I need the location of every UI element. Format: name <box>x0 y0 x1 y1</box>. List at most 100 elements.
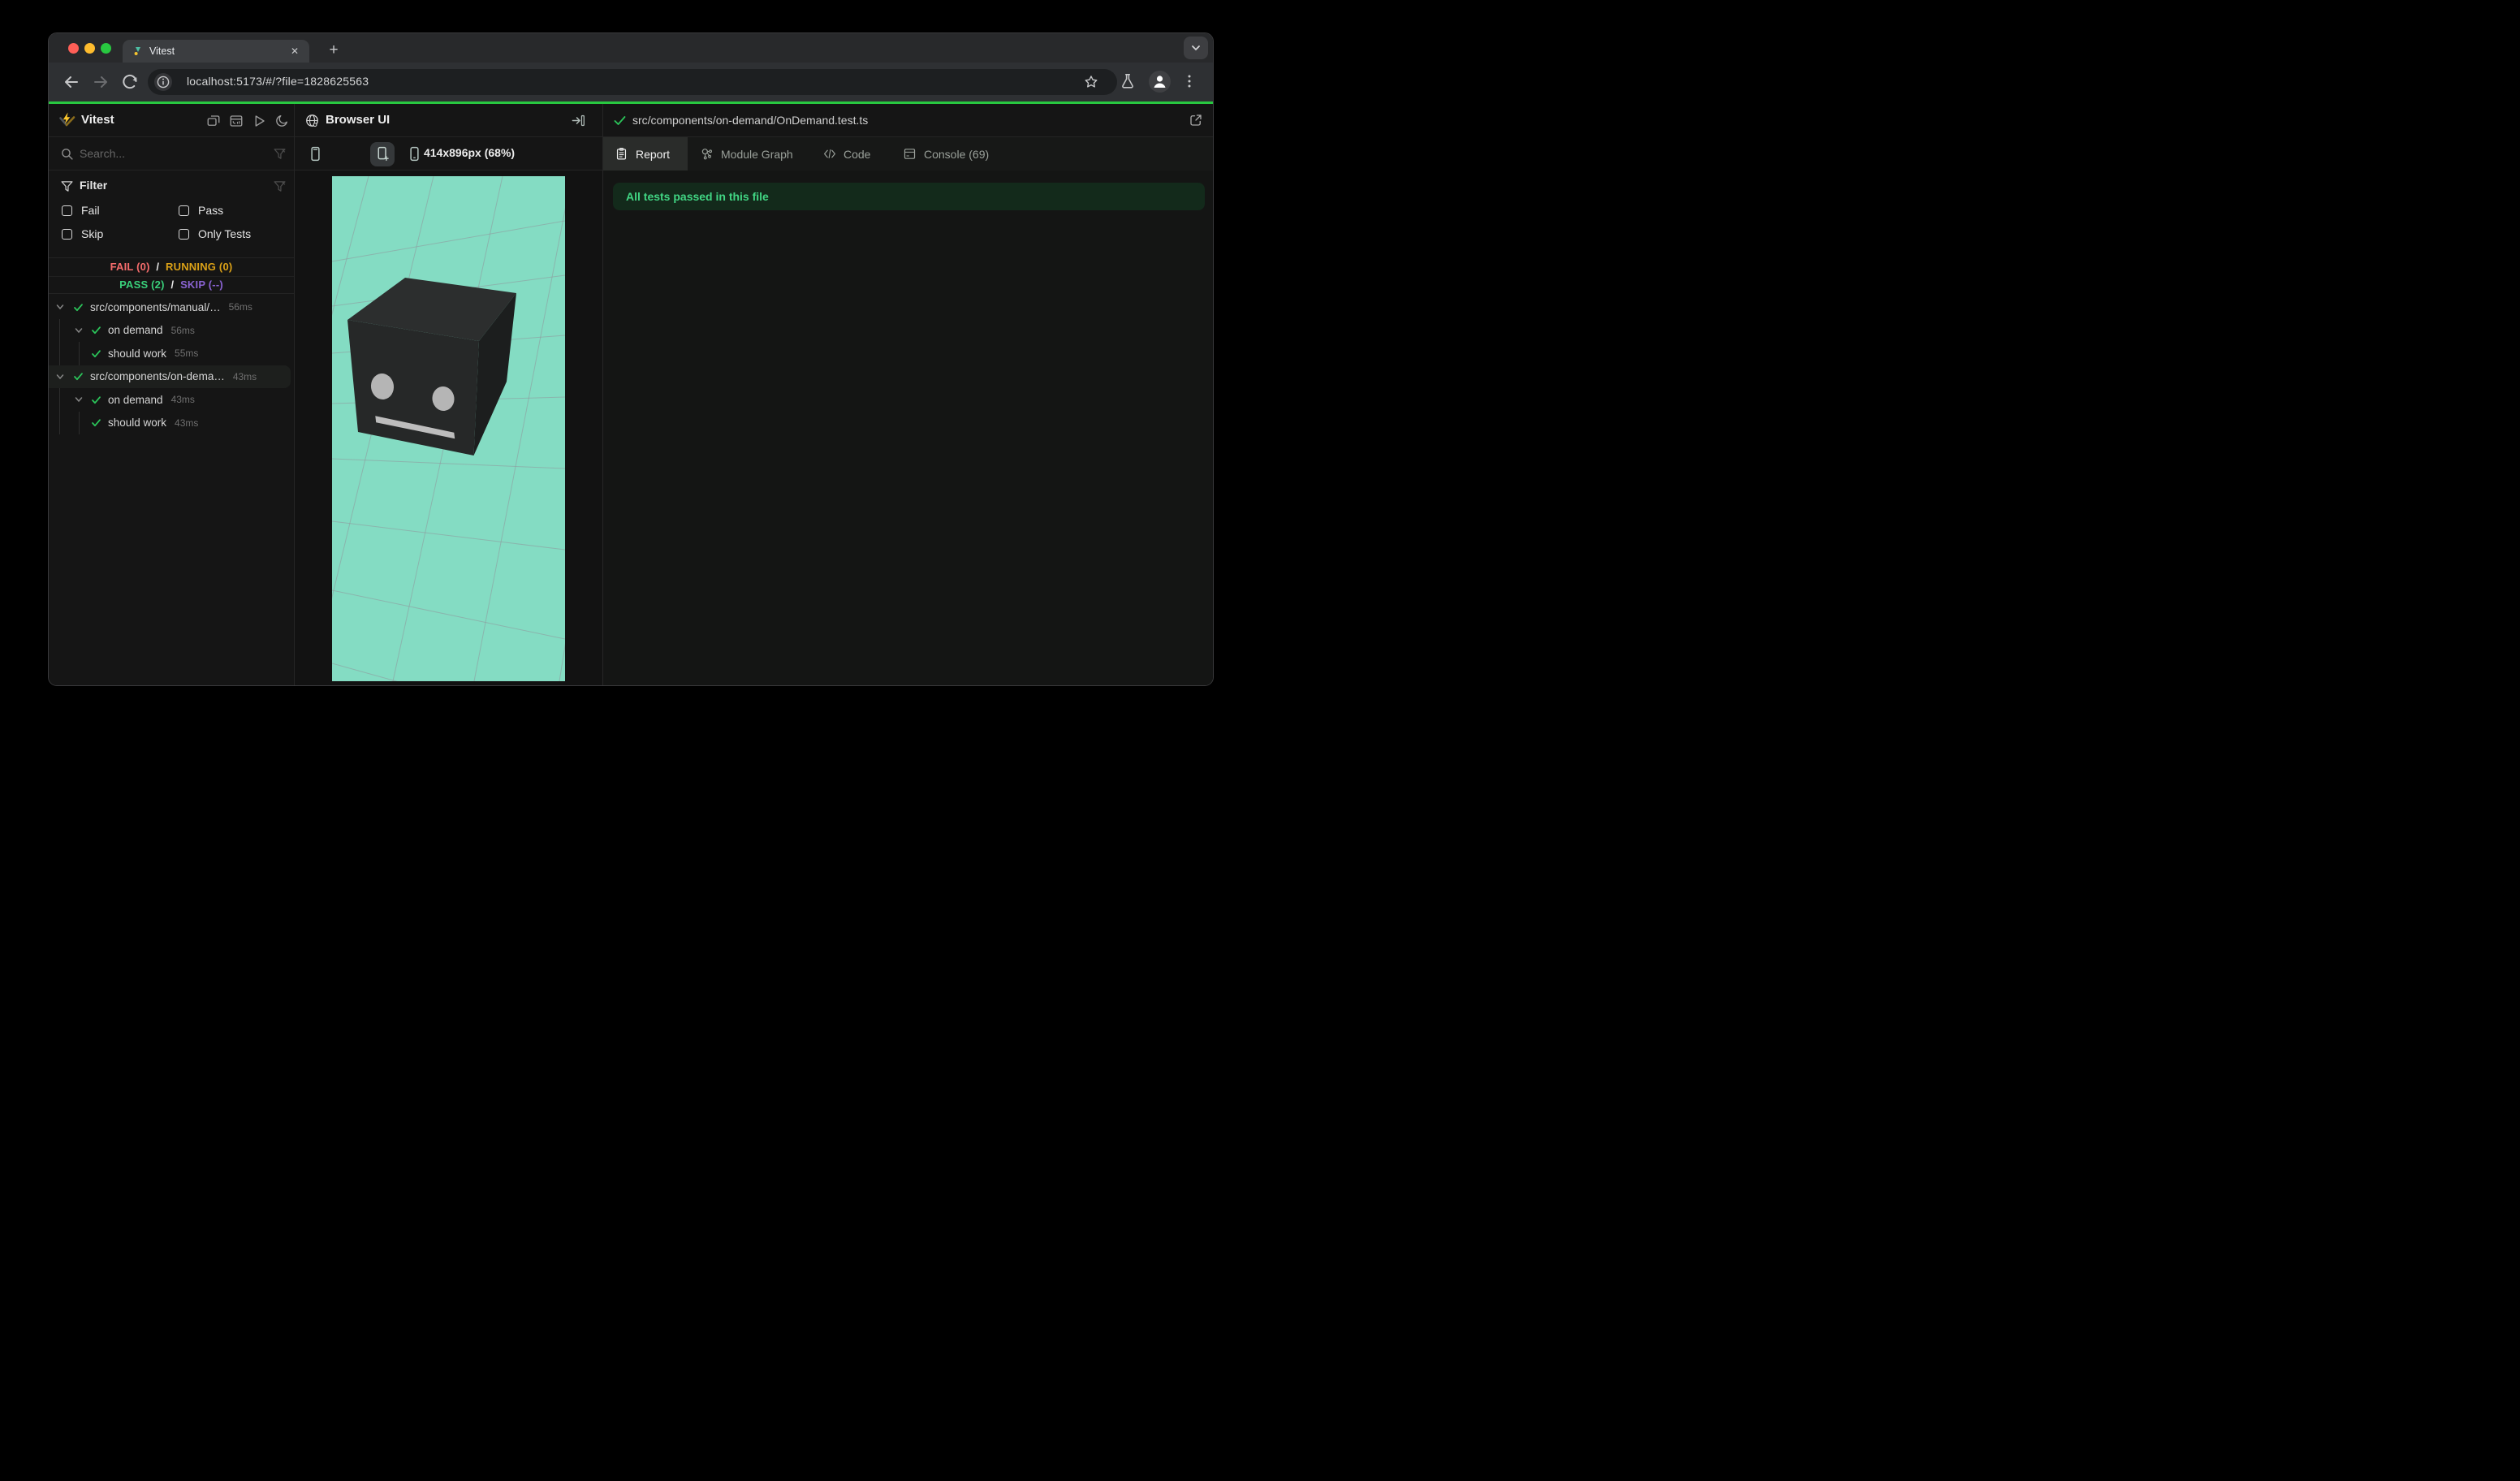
close-traffic-light[interactable] <box>68 43 79 54</box>
filter-section: Filter Fail Pass Skip Only Tests <box>49 171 294 258</box>
all-tests-passed-banner: All tests passed in this file <box>613 183 1205 210</box>
skip-checkbox[interactable] <box>62 229 72 240</box>
open-external-icon[interactable] <box>1189 113 1203 127</box>
tab-code-label: Code <box>844 147 871 161</box>
tab-code[interactable]: Code <box>822 137 870 171</box>
site-info-icon[interactable] <box>154 73 172 91</box>
run-all-icon[interactable] <box>252 114 266 128</box>
titlebar: Vitest ✕ + <box>49 33 1213 63</box>
chevron-down-icon[interactable] <box>55 372 65 382</box>
new-tab-button[interactable]: + <box>323 40 344 61</box>
tree-row-file[interactable]: src/components/manual/… 56ms <box>49 296 294 319</box>
device-phone-icon[interactable] <box>307 145 324 162</box>
pass-check-icon <box>91 395 101 405</box>
tab-console[interactable]: Console (69) <box>903 137 989 171</box>
tab-report-label: Report <box>636 147 671 161</box>
test-file-name: src/components/on-dema… <box>90 370 225 383</box>
chevron-down-icon[interactable] <box>55 302 65 312</box>
tree-row-file-selected[interactable]: src/components/on-dema… 43ms <box>49 365 291 388</box>
device-toolbar: 414x896px (68%) <box>295 137 602 171</box>
pass-check-icon <box>91 348 101 359</box>
sidebar-header: Vitest <box>49 104 294 137</box>
skip-count: SKIP (--) <box>180 278 223 291</box>
back-icon[interactable] <box>62 72 81 92</box>
chevron-down-icon[interactable] <box>74 326 84 335</box>
tab-close-icon[interactable]: ✕ <box>288 45 301 58</box>
tree-row-suite[interactable]: on demand 56ms <box>49 319 294 343</box>
address-bar[interactable]: localhost:5173/#/?file=1828625563 <box>148 69 1117 95</box>
sidebar: Vitest Search... Filter Fail Pass Skip O… <box>49 104 294 685</box>
status-summary: FAIL (0) / RUNNING (0) PASS (2) / SKIP (… <box>49 258 294 294</box>
test-duration: 43ms <box>175 417 199 429</box>
file-pass-check-icon <box>613 114 627 127</box>
tree-row-suite[interactable]: on demand 43ms <box>49 388 294 412</box>
test-duration: 43ms <box>232 370 257 382</box>
expand-panel-icon[interactable] <box>571 113 586 128</box>
dashboard-icon[interactable] <box>229 114 244 128</box>
test-duration: 56ms <box>228 301 252 313</box>
running-count: RUNNING (0) <box>166 261 233 273</box>
banner-text: All tests passed in this file <box>626 190 769 203</box>
device-phone-frameless-icon[interactable] <box>406 145 423 162</box>
experiments-flask-icon[interactable] <box>1119 72 1138 92</box>
only-tests-checkbox[interactable] <box>179 229 189 240</box>
status-line-fail-running: FAIL (0) / RUNNING (0) <box>110 261 233 273</box>
suite-name: on demand <box>108 324 163 337</box>
results-header: src/components/on-demand/OnDemand.test.t… <box>603 104 1213 137</box>
pass-checkbox[interactable] <box>179 205 189 216</box>
test-name: should work <box>108 417 167 430</box>
skip-checkbox-label[interactable]: Skip <box>81 227 103 240</box>
preview-header: Browser UI <box>295 104 602 137</box>
test-duration: 43ms <box>170 394 195 406</box>
fail-count: FAIL (0) <box>110 261 150 273</box>
app-title: Vitest <box>81 113 114 127</box>
vitest-favicon <box>132 45 144 57</box>
tab-title: Vitest <box>149 45 175 57</box>
kebab-menu-icon[interactable] <box>1180 72 1200 92</box>
pass-count: PASS (2) <box>119 278 165 291</box>
console-icon <box>903 147 917 161</box>
clear-filter-icon[interactable] <box>273 179 287 193</box>
fail-checkbox-label[interactable]: Fail <box>81 204 100 217</box>
chevron-down-icon[interactable] <box>74 395 84 404</box>
tab-report[interactable]: Report <box>603 137 688 171</box>
profile-avatar[interactable] <box>1149 71 1171 93</box>
filter-title: Filter <box>80 179 108 192</box>
reload-icon[interactable] <box>120 72 140 92</box>
clear-search-filter-icon[interactable] <box>273 147 287 161</box>
bookmark-star-icon[interactable] <box>1083 74 1102 93</box>
search-icon <box>60 147 74 161</box>
zoom-traffic-light[interactable] <box>101 43 111 54</box>
report-clipboard-icon <box>615 147 628 161</box>
preview-stage <box>295 171 602 685</box>
test-file-path: src/components/on-demand/OnDemand.test.t… <box>632 114 869 127</box>
dark-mode-moon-icon[interactable] <box>274 114 289 128</box>
vitest-logo-icon <box>58 111 76 129</box>
search-input[interactable] <box>80 144 250 163</box>
viewport-size-label: 414x896px (68%) <box>424 146 516 159</box>
pass-checkbox-label[interactable]: Pass <box>198 204 223 217</box>
test-duration: 55ms <box>175 348 199 360</box>
url-text[interactable]: localhost:5173/#/?file=1828625563 <box>187 75 369 88</box>
fail-checkbox[interactable] <box>62 205 72 216</box>
tree-row-test[interactable]: should work 43ms <box>49 412 294 435</box>
tab-module-graph[interactable]: Module Graph <box>700 137 793 171</box>
only-tests-checkbox-label[interactable]: Only Tests <box>198 227 251 240</box>
search-row <box>49 137 294 171</box>
forward-icon[interactable] <box>91 72 110 92</box>
device-phone-add-button[interactable] <box>370 142 395 166</box>
test-file-name: src/components/manual/… <box>90 300 221 313</box>
pass-check-icon <box>73 371 84 382</box>
funnel-icon <box>60 179 74 193</box>
collapse-tests-icon[interactable] <box>206 114 221 128</box>
code-icon <box>822 147 836 161</box>
minimize-traffic-light[interactable] <box>84 43 95 54</box>
tested-app-viewport[interactable] <box>332 176 565 681</box>
tab-search-chevron-button[interactable] <box>1184 37 1208 59</box>
tree-row-test[interactable]: should work 55ms <box>49 342 294 365</box>
browser-preview-panel: Browser UI 414x896px (68%) <box>295 104 602 685</box>
browser-window: Vitest ✕ + localhost:5173/#/?file=182862… <box>48 32 1214 686</box>
suite-name: on demand <box>108 393 163 406</box>
test-name: should work <box>108 347 167 360</box>
browser-tab[interactable]: Vitest ✕ <box>123 40 309 63</box>
